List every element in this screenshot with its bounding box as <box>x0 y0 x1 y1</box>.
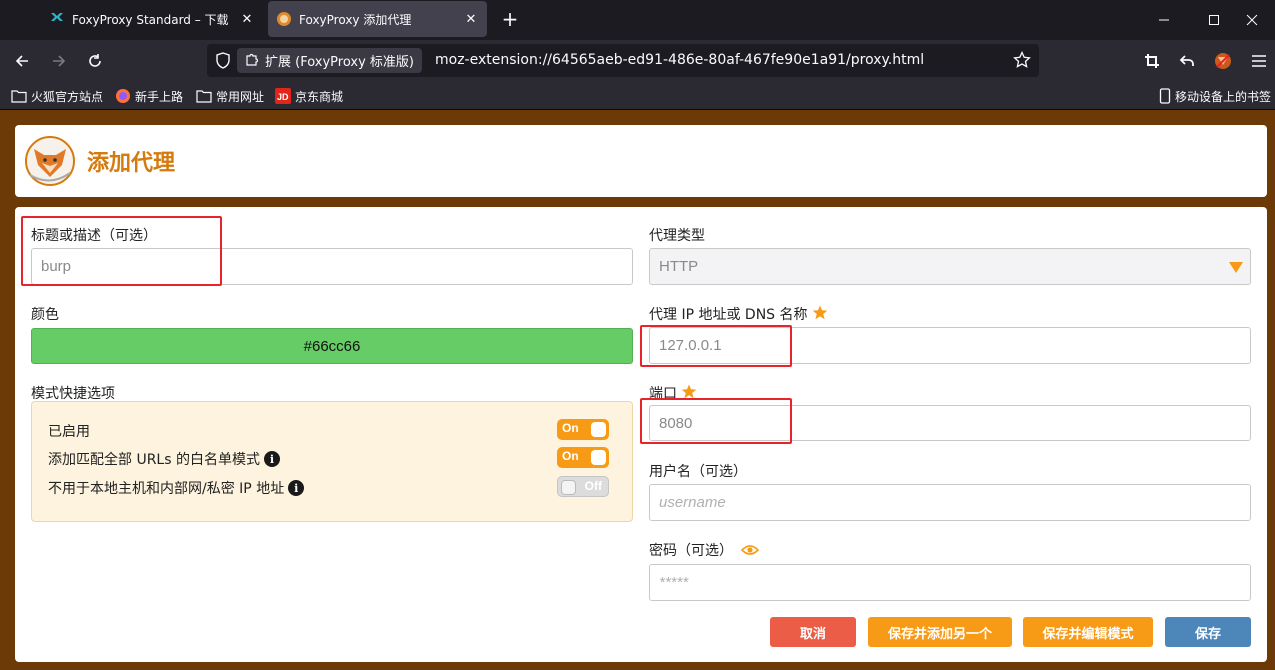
navigation-toolbar: 扩展 (FoxyProxy 标准版) moz-extension://64565… <box>0 40 1275 82</box>
url-text[interactable]: moz-extension://64565aeb-ed91-486e-80af-… <box>435 52 924 68</box>
info-icon[interactable]: i <box>263 451 280 467</box>
title-input[interactable]: burp <box>31 248 633 285</box>
mode-label: 已启用 <box>48 424 90 440</box>
color-label: 颜色 <box>31 307 59 323</box>
back-arrow-icon[interactable] <box>10 49 34 73</box>
tab-strip: FoxyProxy Standard – 下载 ✕ FoxyProxy 添加代理… <box>0 0 1275 40</box>
mode-shortcuts-panel: 已启用 On 添加匹配全部 URLs 的白名单模式 i On 不用于本地主机和内… <box>31 401 633 522</box>
add-proxy-form: 标题或描述（可选） burp 颜色 #66cc66 模式快捷选项 已启用 On … <box>15 207 1267 662</box>
toggle-state: On <box>562 449 579 463</box>
foxyproxy-extension-icon[interactable] <box>1211 49 1235 73</box>
host-label: 代理 IP 地址或 DNS 名称 <box>649 304 828 324</box>
address-bar[interactable]: 扩展 (FoxyProxy 标准版) moz-extension://64565… <box>207 44 1039 77</box>
reload-icon[interactable] <box>83 49 107 73</box>
proxy-type-value: HTTP <box>659 258 699 275</box>
mode-local-row: 不用于本地主机和内部网/私密 IP 地址 i <box>48 478 305 498</box>
toggle-knob <box>591 450 606 465</box>
eye-icon[interactable] <box>741 544 759 556</box>
toggle-state: Off <box>584 479 602 493</box>
window-close-icon[interactable] <box>1229 6 1275 34</box>
bookmark-label: 常用网址 <box>216 89 265 104</box>
bookmarks-toolbar: 火狐官方站点 新手上路 常用网址 JD 京东商城 移动设备上的书签 <box>0 82 1275 110</box>
mobile-device-icon <box>1159 88 1171 104</box>
bookmark-star-icon[interactable] <box>1013 50 1031 73</box>
save-and-edit-patterns-button[interactable]: 保存并编辑模式 <box>1023 617 1153 647</box>
mode-enabled-row: 已启用 <box>48 421 90 441</box>
tab-title: FoxyProxy Standard – 下载 <box>72 12 229 27</box>
bookmark-label: 京东商城 <box>295 89 344 104</box>
save-and-add-another-button[interactable]: 保存并添加另一个 <box>868 617 1012 647</box>
password-label-text: 密码（可选） <box>649 543 733 559</box>
bookmark-label: 移动设备上的书签 <box>1175 89 1272 104</box>
modes-label: 模式快捷选项 <box>31 386 115 402</box>
host-label-text: 代理 IP 地址或 DNS 名称 <box>649 307 808 323</box>
tab-title: FoxyProxy 添加代理 <box>299 12 412 27</box>
info-icon[interactable]: i <box>288 480 305 496</box>
port-label-text: 端口 <box>649 386 677 402</box>
minimize-icon[interactable] <box>1141 6 1187 34</box>
shield-icon[interactable] <box>215 52 231 73</box>
host-input[interactable]: 127.0.0.1 <box>649 327 1251 364</box>
mode-whitelist-row: 添加匹配全部 URLs 的白名单模式 i <box>48 449 280 469</box>
save-button[interactable]: 保存 <box>1165 617 1251 647</box>
foxyproxy-fox-tab-icon <box>276 11 292 27</box>
page-header: 添加代理 <box>15 125 1267 197</box>
mode-label: 不用于本地主机和内部网/私密 IP 地址 <box>48 481 285 497</box>
extension-chip-label: 扩展 (FoxyProxy 标准版) <box>265 55 414 70</box>
required-star-icon <box>681 384 697 403</box>
tab-foxyproxy-download[interactable]: FoxyProxy Standard – 下载 ✕ <box>41 1 263 37</box>
bookmark-label: 火狐官方站点 <box>31 89 104 104</box>
bookmark-firefox-official[interactable]: 火狐官方站点 <box>11 87 103 105</box>
whitelist-all-urls-toggle[interactable]: On <box>557 447 609 468</box>
bookmark-jd-mall[interactable]: JD 京东商城 <box>275 87 343 105</box>
folder-icon <box>196 89 212 103</box>
menu-hamburger-icon[interactable] <box>1247 49 1271 73</box>
port-label: 端口 <box>649 383 697 403</box>
port-input[interactable]: 8080 <box>649 405 1251 441</box>
bookmark-mobile[interactable]: 移动设备上的书签 <box>1159 87 1271 105</box>
foxyproxy-tab-icon <box>49 11 65 27</box>
bookmark-label: 新手上路 <box>135 89 184 104</box>
foxyproxy-logo-icon <box>24 135 76 187</box>
cancel-button[interactable]: 取消 <box>770 617 856 647</box>
color-picker-button[interactable]: #66cc66 <box>31 328 633 364</box>
firefox-logo-icon <box>115 88 131 104</box>
tab-add-proxy[interactable]: FoxyProxy 添加代理 ✕ <box>268 1 487 37</box>
password-label: 密码（可选） <box>649 540 759 560</box>
bookmark-getting-started[interactable]: 新手上路 <box>115 87 183 105</box>
username-input[interactable]: username <box>649 484 1251 521</box>
password-input[interactable]: ***** <box>649 564 1251 601</box>
extension-identity-chip[interactable]: 扩展 (FoxyProxy 标准版) <box>237 48 422 73</box>
close-icon[interactable]: ✕ <box>239 12 255 27</box>
close-icon[interactable]: ✕ <box>463 12 479 27</box>
username-label: 用户名（可选） <box>649 464 747 480</box>
exclude-local-toggle[interactable]: Off <box>557 476 609 497</box>
toggle-knob <box>591 422 606 437</box>
crop-screenshot-icon[interactable] <box>1140 49 1164 73</box>
toggle-state: On <box>562 421 579 435</box>
new-tab-plus-icon[interactable]: + <box>500 8 520 30</box>
undo-arrow-icon[interactable] <box>1175 49 1199 73</box>
bookmark-common-sites[interactable]: 常用网址 <box>196 87 264 105</box>
puzzle-piece-icon <box>245 52 259 70</box>
proxy-type-label: 代理类型 <box>649 228 705 244</box>
proxy-type-select[interactable]: HTTP <box>649 248 1251 285</box>
forward-arrow-icon[interactable] <box>47 49 71 73</box>
toggle-knob <box>561 480 576 495</box>
page-title: 添加代理 <box>87 151 176 176</box>
title-label: 标题或描述（可选） <box>31 228 157 244</box>
jd-logo-icon: JD <box>275 88 291 104</box>
enabled-toggle[interactable]: On <box>557 419 609 440</box>
dropdown-caret-icon <box>1229 262 1243 273</box>
required-star-icon <box>812 305 828 324</box>
svg-text:JD: JD <box>277 92 289 102</box>
mode-label: 添加匹配全部 URLs 的白名单模式 <box>48 452 260 468</box>
folder-icon <box>11 89 27 103</box>
